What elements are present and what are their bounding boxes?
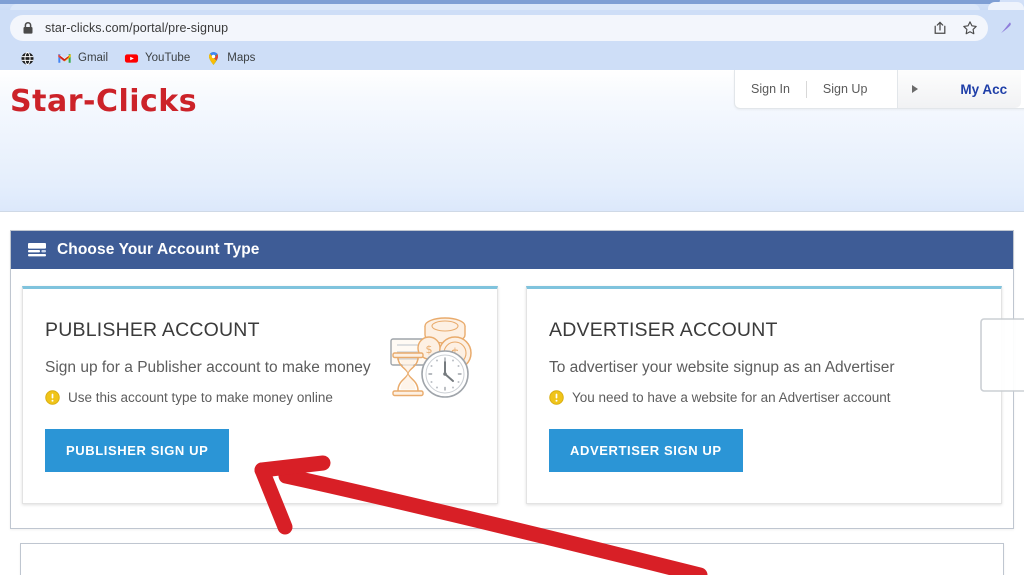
advertiser-art-icon [980,318,1024,392]
account-type-panel: Choose Your Account Type $ PUBLISHER ACC… [10,230,1024,529]
bookmark-item-gmail[interactable]: Gmail [49,49,116,68]
panel-container: Choose Your Account Type $ PUBLISHER ACC… [0,212,1024,575]
share-icon[interactable] [932,20,948,36]
caret-right-icon [912,85,919,93]
bookmarks-bar: Gmail YouTube Maps [0,46,1024,70]
bookmark-item-globe[interactable] [12,49,49,68]
bookmark-label: YouTube [145,52,191,64]
publisher-account-card: $ $ [22,286,498,504]
sign-in-link[interactable]: Sign In [735,82,806,96]
account-bar: Sign In Sign Up My Acc [734,70,1024,109]
warning-icon [45,390,60,405]
omnibox-actions [922,20,978,36]
sign-up-link[interactable]: Sign Up [807,82,883,96]
pen-icon[interactable] [994,20,1016,36]
browser-tab[interactable] [10,4,980,10]
maps-icon [209,51,219,65]
my-account-label: My Acc [960,81,1008,97]
bookmark-label: Gmail [78,52,109,64]
new-tab-button[interactable] [988,2,1024,10]
bookmark-item-youtube[interactable]: YouTube [116,49,198,68]
url-text: star-clicks.com/portal/pre-signup [45,21,229,35]
panel-title: Choose Your Account Type [57,241,260,258]
youtube-icon [124,53,139,63]
card-note: You need to have a website for an Advert… [549,390,979,405]
publisher-sign-up-button[interactable]: PUBLISHER SIGN UP [45,429,230,472]
advertiser-sign-up-button[interactable]: ADVERTISER SIGN UP [549,429,743,472]
card-note-text: You need to have a website for an Advert… [572,390,891,405]
account-card-icon [28,243,46,257]
advertiser-account-card: ADVERTISER ACCOUNT To advertiser your we… [526,286,1024,504]
time-is-money-icon: $ $ [390,317,472,398]
globe-icon [21,51,34,65]
site-logo[interactable]: Star-Clicks [10,84,197,119]
my-account-menu[interactable]: My Acc [897,70,1022,108]
card-subtitle: To advertiser your website signup as an … [549,359,895,376]
tab-strip [0,0,1024,10]
page-content: Star-Clicks Sign In Sign Up My Acc Choos… [0,70,1024,575]
bookmark-label: Maps [227,52,256,64]
browser-toolbar: star-clicks.com/portal/pre-signup [0,10,1024,46]
svg-text:$: $ [426,343,433,356]
browser-chrome: star-clicks.com/portal/pre-signup Gmail … [0,0,1024,70]
panel-body: $ $ [11,269,1024,528]
card-title: ADVERTISER ACCOUNT [549,319,778,341]
warning-icon [549,390,564,405]
lock-icon [20,20,36,36]
card-note-text: Use this account type to make money onli… [68,390,333,405]
gmail-icon [58,53,71,63]
panel-header: Choose Your Account Type [11,231,1013,269]
address-bar[interactable]: star-clicks.com/portal/pre-signup [10,15,988,41]
bookmark-item-maps[interactable]: Maps [198,49,263,68]
star-icon[interactable] [962,20,978,36]
secondary-panel [20,543,1004,575]
site-header: Star-Clicks Sign In Sign Up My Acc [0,70,1024,212]
